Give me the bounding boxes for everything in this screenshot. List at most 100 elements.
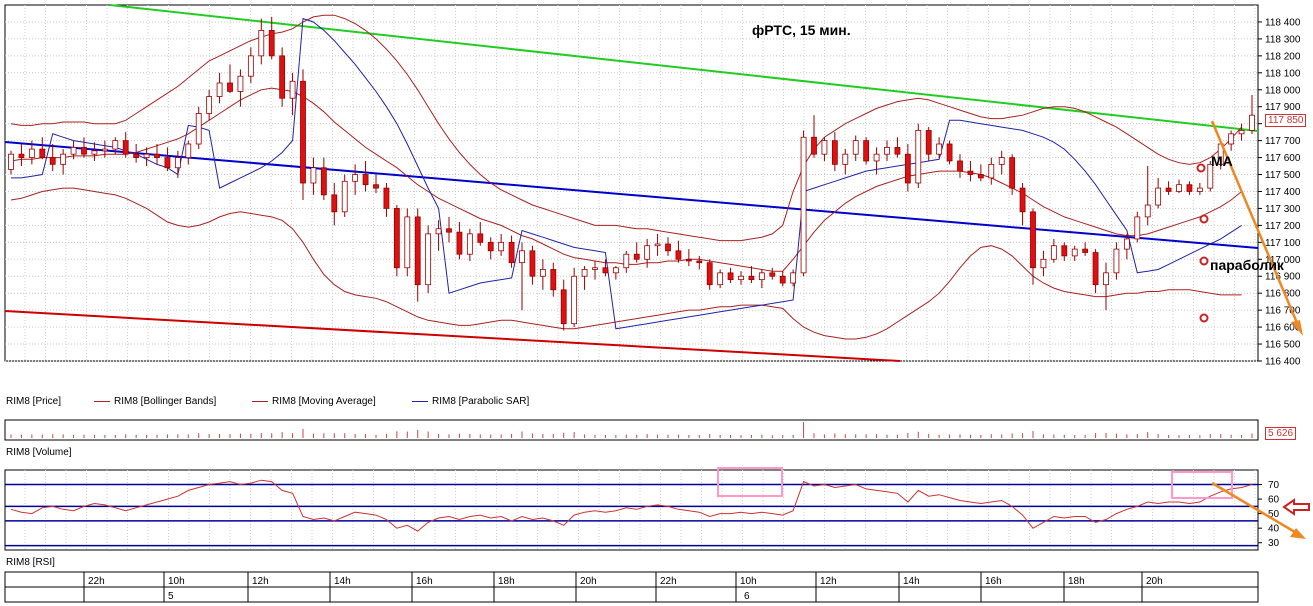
bullish-candle-body: [884, 146, 890, 155]
bearish-candle-body: [560, 289, 567, 325]
candle: [800, 130, 807, 277]
rsi-tick-label: 30: [1268, 538, 1280, 549]
bullish-candle-body: [8, 153, 14, 170]
bullish-candle-body: [404, 216, 411, 269]
bearish-candle-body: [1030, 211, 1036, 269]
price-tick-label: 118 200: [1265, 51, 1301, 62]
price-tick-label: 117 200: [1265, 221, 1301, 232]
bearish-candle-body: [706, 262, 713, 286]
chart-title: фРТС, 15 мин.: [752, 22, 851, 38]
price-tick-label: 116 500: [1265, 340, 1301, 351]
price-tick-label: 116 900: [1265, 272, 1301, 283]
price-tick-label: 117 700: [1265, 136, 1301, 147]
bearish-candle-body: [675, 250, 682, 260]
bullish-candle-body: [842, 153, 849, 165]
legend-bollinger: RIM8 [Bollinger Bands]: [94, 396, 216, 407]
bearish-candle-body: [320, 167, 327, 196]
bearish-candle-body: [331, 194, 338, 213]
time-tick-label: 20h: [580, 576, 597, 587]
bullish-candle-body: [1123, 238, 1130, 250]
bearish-candle-body: [696, 260, 703, 264]
bearish-candle-body: [18, 153, 25, 158]
bearish-candle-body: [1082, 248, 1089, 253]
bearish-candle-body: [393, 208, 400, 269]
bullish-candle-body: [519, 250, 525, 264]
legend-volume: RIM8 [Volume]: [6, 447, 72, 458]
rsi-chart: 7060504030: [4, 467, 1310, 551]
bearish-candle-body: [977, 174, 984, 179]
indicator-marker: [1196, 163, 1206, 173]
bullish-candle-body: [112, 140, 119, 150]
bullish-candle-body: [539, 269, 546, 277]
bearish-candle-body: [268, 30, 275, 57]
indicator-marker: [1199, 214, 1209, 224]
bullish-candle-body: [70, 146, 77, 155]
bullish-candle-body: [1228, 133, 1235, 145]
bearish-candle-body: [154, 153, 160, 158]
bearish-candle-body: [456, 231, 463, 255]
bullish-candle-body: [498, 241, 505, 252]
bullish-candle-body: [206, 96, 213, 114]
bearish-candle-body: [81, 146, 87, 155]
price-tick-label: 116 700: [1265, 306, 1301, 317]
time-tick-label: 12h: [820, 576, 837, 587]
bullish-candle-body: [1040, 258, 1047, 269]
bullish-candle-body: [1071, 248, 1078, 257]
bullish-candle-body: [310, 167, 317, 184]
current-price-tag: 117 850: [1265, 114, 1307, 127]
time-tick-label: 22h: [88, 576, 105, 587]
bearish-candle-body: [487, 241, 494, 252]
price-tick-label: 117 500: [1265, 170, 1301, 181]
price-tick-label: 117 100: [1265, 238, 1301, 249]
bearish-candle-body: [227, 82, 233, 92]
bullish-candle-body: [195, 113, 202, 145]
bearish-candle-body: [727, 272, 734, 281]
bullish-candle-body: [289, 80, 296, 99]
bullish-candle-body: [581, 269, 588, 277]
bearish-candle-body: [373, 184, 379, 189]
day-label: 5: [168, 591, 174, 602]
parabolic-annotation: параболик: [1210, 257, 1284, 273]
bullish-candle-body: [91, 150, 98, 155]
bullish-candle-body: [717, 272, 724, 286]
time-tick-label: 14h: [334, 576, 351, 587]
price-tick-label: 118 000: [1265, 85, 1301, 96]
candle: [393, 205, 400, 277]
bullish-candle-body: [60, 153, 67, 165]
candle: [946, 140, 953, 165]
bearish-candle-body: [477, 233, 484, 243]
bearish-candle-body: [1186, 184, 1193, 192]
bearish-candle-body: [164, 157, 171, 169]
bearish-candle-body: [133, 153, 140, 158]
bearish-candle-body: [300, 80, 306, 184]
bullish-candle-body: [1134, 216, 1141, 240]
rsi-tick-label: 60: [1268, 495, 1280, 506]
bullish-candle-body: [654, 243, 661, 247]
bearish-candle-body: [665, 243, 671, 252]
bullish-candle-body: [936, 143, 943, 155]
bullish-candle-body: [915, 130, 922, 184]
price-gridlines: [4, 4, 1259, 362]
bearish-candle-body: [904, 153, 911, 184]
candle: [571, 267, 578, 328]
candle: [404, 208, 411, 277]
bullish-candle-body: [758, 272, 765, 281]
bearish-candle-body: [769, 272, 776, 277]
price-tick-label: 117 300: [1265, 204, 1301, 215]
price-chart: 118 400 118 300 118 200 118 100 118 000 117 9…: [4, 4, 1310, 603]
indicator-marker: [1199, 313, 1209, 323]
bullish-candle-body: [623, 253, 630, 269]
bearish-candle-body: [748, 275, 755, 281]
bullish-candle-body: [237, 75, 244, 92]
bullish-candle-body: [790, 272, 797, 284]
bearish-candle-body: [414, 216, 421, 286]
candle: [863, 137, 870, 165]
volume-bars: [4, 419, 1259, 441]
time-tick-label: 18h: [498, 576, 515, 587]
bullish-candle-body: [185, 143, 192, 158]
bearish-candle-body: [49, 157, 56, 165]
bullish-candle-body: [1050, 245, 1057, 260]
bullish-candle-body: [143, 153, 150, 158]
bullish-candle-body: [435, 228, 442, 235]
bullish-candle-body: [1176, 184, 1182, 192]
